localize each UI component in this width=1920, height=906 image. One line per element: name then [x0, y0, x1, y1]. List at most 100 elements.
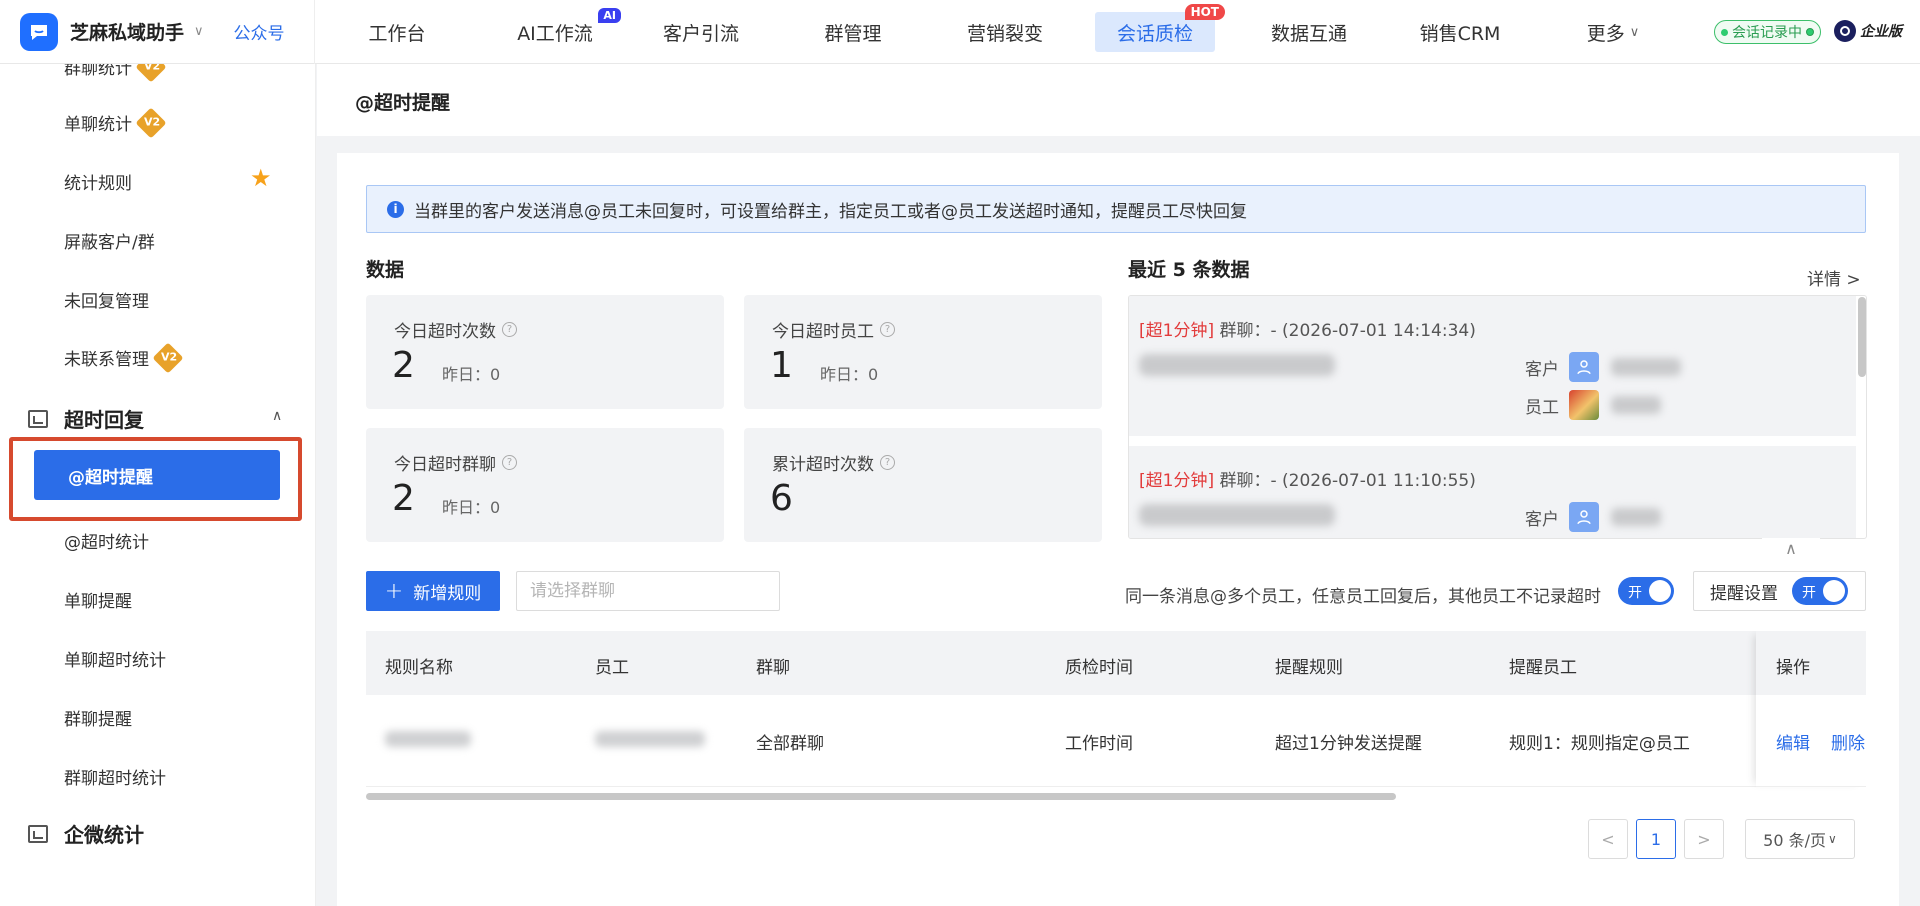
customer-label: 客户 — [1525, 509, 1559, 530]
edition-badge[interactable]: 企业版 — [1834, 20, 1902, 42]
sidebar-item-single-stats[interactable]: 单聊统计 V2 — [64, 106, 167, 139]
sidebar-group-wecom-stats[interactable]: 企微统计 — [28, 819, 144, 848]
recent-section-title: 最近 5 条数据 — [1128, 259, 1250, 281]
info-icon: i — [387, 200, 404, 218]
col-staff: 员工 — [595, 658, 629, 678]
chevron-up-icon[interactable]: ∧ — [1762, 538, 1820, 560]
rules-table: 规则名称 员工 群聊 质检时间 提醒规则 提醒员工 操作 全部群聊 工作时间 超… — [366, 631, 1866, 791]
blurred-name — [1611, 508, 1661, 526]
add-rule-button[interactable]: + 新增规则 — [366, 571, 500, 611]
nav-workbench[interactable]: 工作台 — [355, 12, 439, 52]
toggle-knob — [1649, 580, 1671, 602]
sidebar-item-stat-rules[interactable]: 统计规则 — [64, 169, 132, 194]
sidebar-item-block[interactable]: 屏蔽客户/群 — [64, 228, 155, 253]
group-select-input[interactable] — [516, 571, 780, 611]
sidebar-item-label: @超时提醒 — [68, 467, 153, 488]
sticky-actions-column — [1756, 631, 1866, 787]
chart-icon — [28, 824, 48, 843]
sidebar-item-at-timeout-stats[interactable]: @超时统计 — [64, 528, 149, 553]
stat-value: 1 — [770, 345, 793, 386]
cell-remind-staff: 规则1：规则指定@员工 — [1509, 734, 1690, 754]
sidebar-item-single-reminder[interactable]: 单聊提醒 — [64, 587, 132, 612]
recent-item[interactable]: [超1分钟] 群聊：- (2026-07-01 11:10:55) 客户 — [1129, 446, 1856, 538]
sidebar-group-timeout-reply[interactable]: 超时回复 — [28, 404, 144, 433]
top-bar: 芝麻私域助手 ∨ 公众号 工作台 AI工作流 AI 客户引流 群管理 营销裂变 会… — [0, 0, 1920, 64]
recent-list[interactable]: [超1分钟] 群聊：- (2026-07-01 14:14:34) 客户 员工 … — [1128, 295, 1867, 539]
cell-remind-rule: 超过1分钟发送提醒 — [1275, 734, 1422, 754]
sidebar-item-group-timeout-stats[interactable]: 群聊超时统计 — [64, 764, 166, 789]
cell-group: 全部群聊 — [756, 734, 824, 754]
nav-ai-workflow[interactable]: AI工作流 AI — [505, 8, 621, 52]
nav-sales-crm[interactable]: 销售CRM — [1417, 12, 1503, 52]
sidebar-item-label: 未回复管理 — [64, 292, 149, 312]
page-1-button[interactable]: 1 — [1636, 819, 1676, 859]
staff-avatar — [1569, 390, 1599, 420]
col-qc-time: 质检时间 — [1065, 658, 1133, 678]
sidebar-item-label: 群聊统计 — [64, 64, 132, 79]
v2-badge-icon: V2 — [135, 64, 167, 83]
overtime-tag: [超1分钟] — [1139, 471, 1215, 491]
nav-label: 工作台 — [368, 22, 426, 45]
stat-yesterday: 昨日：0 — [442, 365, 501, 384]
recent-item[interactable]: [超1分钟] 群聊：- (2026-07-01 14:14:34) 客户 员工 — [1129, 296, 1856, 436]
sidebar-item-unreplied[interactable]: 未回复管理 — [64, 287, 149, 312]
v2-badge-icon: V2 — [152, 341, 184, 374]
sidebar-item-at-timeout-reminder[interactable]: @超时提醒 — [34, 450, 280, 500]
toggle-label: 开 — [1628, 585, 1642, 601]
nav-group-management[interactable]: 群管理 — [820, 12, 886, 52]
remind-settings-label: 提醒设置 — [1710, 583, 1778, 604]
multi-staff-option-label: 同一条消息@多个员工，任意员工回复后，其他员工不记录超时 — [1125, 587, 1601, 607]
table-horizontal-scrollbar[interactable] — [366, 793, 1396, 800]
prev-page-button[interactable]: < — [1588, 819, 1628, 859]
sidebar-item-uncontacted[interactable]: 未联系管理 V2 — [64, 341, 184, 374]
nav-label: 销售CRM — [1419, 22, 1501, 45]
blurred-message — [1139, 354, 1335, 376]
chevron-down-icon: ∨ — [1828, 832, 1837, 846]
col-remind-rule: 提醒规则 — [1275, 658, 1343, 678]
stat-label: 今日超时次数 — [394, 322, 496, 342]
nav-label: 更多 — [1586, 22, 1625, 45]
stat-card-total-timeouts: 累计超时次数? 6 — [744, 428, 1102, 542]
customer-avatar-icon — [1569, 352, 1599, 382]
details-link[interactable]: 详情 > — [1807, 265, 1861, 290]
stat-card-today-timeouts: 今日超时次数? 2 昨日：0 — [366, 295, 724, 409]
chevron-down-icon[interactable]: ∨ — [194, 24, 204, 39]
recording-status[interactable]: 会话记录中 — [1714, 20, 1821, 44]
sidebar-item-label: 屏蔽客户/群 — [64, 233, 155, 253]
recent-group: 群聊：- — [1219, 471, 1277, 491]
sidebar-item-label: 群聊提醒 — [64, 710, 132, 730]
multi-staff-toggle[interactable]: 开 — [1618, 577, 1674, 605]
star-icon[interactable]: ★ — [250, 164, 272, 192]
toggle-knob — [1823, 580, 1845, 602]
gzh-link[interactable]: 公众号 — [234, 19, 285, 44]
nav-session-qc[interactable]: 会话质检 HOT — [1095, 4, 1225, 52]
nav-customer-acquisition[interactable]: 客户引流 — [658, 12, 744, 52]
stat-value: 6 — [770, 478, 793, 519]
sidebar-item-single-timeout-stats[interactable]: 单聊超时统计 — [64, 646, 166, 671]
chevron-up-icon[interactable]: ∧ — [272, 408, 282, 424]
next-page-button[interactable]: > — [1684, 819, 1724, 859]
edition-label: 企业版 — [1860, 24, 1902, 40]
recent-scrollbar[interactable] — [1858, 297, 1866, 377]
stat-value: 2 — [392, 478, 415, 519]
notice-banner: i 当群里的客户发送消息@员工未回复时，可设置给群主，指定员工或者@员工发送超时… — [366, 185, 1866, 233]
page-size-select[interactable]: 50 条/页 ∨ — [1745, 819, 1855, 859]
help-icon[interactable]: ? — [502, 455, 517, 470]
chevron-right-icon: > — [1846, 270, 1861, 290]
nav-data-interop[interactable]: 数据互通 — [1266, 12, 1352, 52]
page-number: 1 — [1650, 829, 1662, 849]
sidebar-item-label: 统计规则 — [64, 174, 132, 194]
help-icon[interactable]: ? — [880, 322, 895, 337]
remind-toggle[interactable]: 开 — [1792, 577, 1848, 605]
overtime-tag: [超1分钟] — [1139, 321, 1215, 341]
nav-marketing[interactable]: 营销裂变 — [962, 12, 1048, 52]
app-name[interactable]: 芝麻私域助手 — [70, 18, 184, 45]
sidebar-item-group-stats[interactable]: 群聊统计 V2 — [64, 64, 167, 83]
app-logo-icon — [20, 12, 58, 51]
help-icon[interactable]: ? — [502, 322, 517, 337]
sidebar-item-group-reminder[interactable]: 群聊提醒 — [64, 705, 132, 730]
nav-more[interactable]: 更多 ∨ — [1578, 12, 1648, 52]
help-icon[interactable]: ? — [880, 455, 895, 470]
status-dot-icon — [1806, 28, 1814, 36]
customer-label: 客户 — [1525, 359, 1559, 380]
